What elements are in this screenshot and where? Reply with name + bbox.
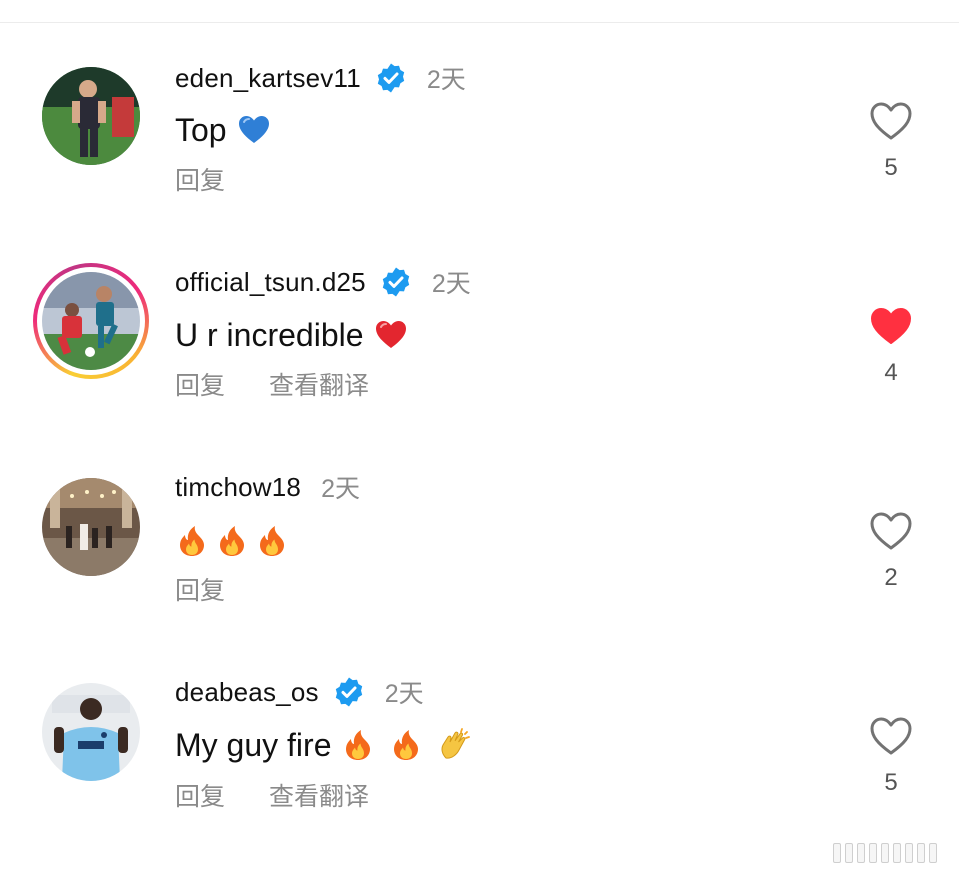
heart-filled-icon[interactable] — [868, 305, 914, 347]
avatar-photo — [42, 67, 140, 165]
like-column: 5 — [866, 715, 916, 797]
watermark-icon — [833, 843, 937, 863]
like-column: 4 — [866, 305, 916, 387]
like-count: 2 — [884, 564, 898, 591]
reply-button[interactable]: 回复 — [175, 571, 225, 607]
top-divider — [0, 22, 959, 23]
clapping-hands-icon — [437, 728, 471, 762]
like-column: 2 — [866, 510, 916, 592]
see-translation-button[interactable]: 查看翻译 — [269, 366, 369, 402]
see-translation-button[interactable]: 查看翻译 — [269, 777, 369, 813]
comment-item: deabeas_os 2天 My guy fire 回复 查看翻译 5 — [0, 673, 959, 833]
comment-time: 2天 — [321, 475, 360, 503]
verified-badge-icon — [380, 266, 412, 298]
username[interactable]: deabeas_os — [175, 677, 319, 708]
username[interactable]: official_tsun.d25 — [175, 267, 366, 298]
comment-header: timchow18 2天 — [175, 469, 360, 505]
heart-outline-icon[interactable] — [868, 100, 914, 142]
avatar[interactable] — [42, 683, 140, 781]
comment-text: Top — [175, 111, 227, 148]
comment-actions: 回复 — [175, 162, 225, 196]
comment-time: 2天 — [431, 270, 471, 298]
fire-icon — [215, 524, 249, 558]
comment-text-row: My guy fire — [175, 723, 471, 767]
heart-outline-icon[interactable] — [868, 510, 914, 552]
comment-text: U r incredible — [175, 316, 364, 353]
comment-actions: 回复 查看翻译 — [175, 367, 369, 401]
comment-item: eden_kartsev11 2天 Top 回复 5 — [0, 58, 959, 218]
comment-header: official_tsun.d25 2天 — [175, 264, 471, 300]
reply-button[interactable]: 回复 — [175, 366, 225, 402]
like-count: 5 — [884, 769, 898, 796]
like-count: 4 — [884, 359, 898, 386]
comment-header: deabeas_os 2天 — [175, 674, 424, 710]
comment-time: 2天 — [426, 66, 466, 94]
comment-actions: 回复 — [175, 572, 225, 606]
like-count: 5 — [884, 154, 898, 181]
avatar[interactable] — [42, 478, 140, 576]
comment-time: 2天 — [384, 680, 424, 708]
comment-text: My guy fire — [175, 726, 332, 763]
username[interactable]: eden_kartsev11 — [175, 63, 361, 94]
comment-text-row: Top — [175, 108, 271, 152]
comment-item: official_tsun.d25 2天 U r incredible 回复 查… — [0, 263, 959, 423]
red-heart-icon — [374, 318, 408, 352]
comments-page: eden_kartsev11 2天 Top 回复 5 official_tsun… — [0, 0, 959, 875]
avatar[interactable] — [42, 67, 140, 165]
blue-heart-icon — [237, 113, 271, 147]
verified-badge-icon — [375, 62, 407, 94]
comment-text-row — [175, 519, 289, 563]
reply-button[interactable]: 回复 — [175, 161, 225, 197]
comment-header: eden_kartsev11 2天 — [175, 60, 466, 96]
reply-button[interactable]: 回复 — [175, 777, 225, 813]
fire-icon — [255, 524, 289, 558]
username[interactable]: timchow18 — [175, 472, 301, 503]
comment-text-row: U r incredible — [175, 313, 408, 357]
comment-item: timchow18 2天 回复 2 — [0, 468, 959, 628]
fire-icon — [175, 524, 209, 558]
avatar — [42, 272, 140, 370]
fire-icon — [389, 728, 423, 762]
avatar-photo — [42, 683, 140, 781]
fire-icon — [341, 728, 375, 762]
heart-outline-icon[interactable] — [868, 715, 914, 757]
avatar-story-ring[interactable] — [33, 263, 149, 379]
like-column: 5 — [866, 100, 916, 182]
avatar-photo — [42, 478, 140, 576]
avatar-photo — [42, 272, 140, 370]
verified-badge-icon — [333, 676, 365, 708]
comment-actions: 回复 查看翻译 — [175, 778, 369, 812]
